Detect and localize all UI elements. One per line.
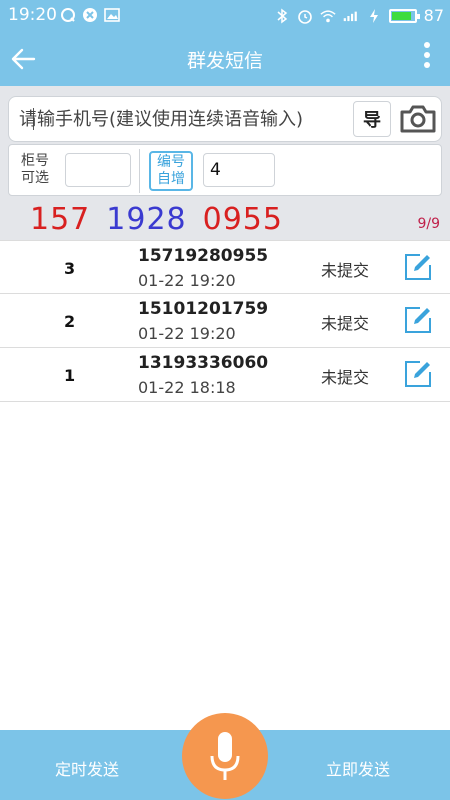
microphone-icon [210, 732, 240, 780]
record-date: 01-22 19:20 [138, 271, 236, 290]
phone-number-input[interactable] [19, 97, 349, 141]
send-now-button[interactable]: 立即发送 [326, 756, 390, 780]
edit-icon[interactable] [403, 359, 433, 389]
page-title: 群发短信 [186, 50, 263, 72]
list-item[interactable]: 3 15719280955 01-22 19:20 未提交 [0, 240, 450, 294]
phone-input-container: 导 [8, 96, 442, 142]
cabinet-number-input[interactable] [65, 153, 131, 187]
phone-segment-3: 0955 [202, 202, 283, 237]
record-counter: 9/9 [417, 216, 440, 232]
record-status: 未提交 [321, 314, 370, 333]
scheduled-send-button[interactable]: 定时发送 [55, 756, 119, 780]
signal-icon [343, 8, 359, 24]
record-date: 01-22 18:18 [138, 378, 236, 397]
record-date: 01-22 19:20 [138, 324, 236, 343]
auto-increment-label-line2: 自增 [157, 171, 185, 187]
record-index: 1 [64, 366, 76, 385]
input-panel: 导 柜号 可选 编号 自增 4 157 1928 0955 9/9 [0, 86, 450, 240]
record-index: 2 [64, 312, 76, 331]
cabinet-label: 柜号 可选 [21, 153, 49, 187]
list-item[interactable]: 2 15101201759 01-22 19:20 未提交 [0, 294, 450, 348]
phone-segment-1: 157 [30, 202, 91, 237]
current-phone-display: 157 1928 0955 [30, 202, 283, 237]
divider [139, 149, 140, 193]
record-list: 3 15719280955 01-22 19:20 未提交 2 15101201… [0, 240, 450, 402]
status-bar: 19:20 87 [0, 0, 450, 32]
voice-input-button[interactable] [182, 713, 268, 799]
record-phone: 15101201759 [138, 299, 269, 319]
edit-icon[interactable] [403, 305, 433, 335]
serial-number-input[interactable]: 4 [203, 153, 275, 187]
more-options-icon[interactable] [422, 42, 432, 76]
battery-level: 87 [423, 6, 444, 25]
record-index: 3 [64, 259, 76, 278]
record-phone: 15719280955 [138, 246, 269, 266]
record-status: 未提交 [321, 261, 370, 280]
record-status: 未提交 [321, 368, 370, 387]
phone-segment-2: 1928 [106, 202, 187, 237]
qq-icon [60, 7, 76, 23]
auto-increment-toggle[interactable]: 编号 自增 [149, 151, 193, 191]
camera-icon[interactable] [399, 103, 437, 135]
list-item[interactable]: 1 13193336060 01-22 18:18 未提交 [0, 348, 450, 402]
bluetooth-icon [274, 8, 290, 24]
cabinet-label-line2: 可选 [21, 170, 49, 186]
wifi-icon [320, 8, 336, 24]
status-time: 19:20 [8, 5, 57, 25]
auto-increment-label-line1: 编号 [157, 154, 185, 170]
import-button[interactable]: 导 [353, 101, 391, 137]
shield-icon [82, 7, 98, 23]
charging-icon [366, 8, 382, 24]
cabinet-label-line1: 柜号 [21, 153, 49, 169]
app-bar: 群发短信 [0, 32, 450, 86]
battery-icon [388, 8, 420, 23]
alarm-icon [297, 8, 313, 24]
options-row: 柜号 可选 编号 自增 4 [8, 144, 442, 196]
image-icon [104, 7, 120, 23]
edit-icon[interactable] [403, 252, 433, 282]
record-phone: 13193336060 [138, 353, 269, 373]
